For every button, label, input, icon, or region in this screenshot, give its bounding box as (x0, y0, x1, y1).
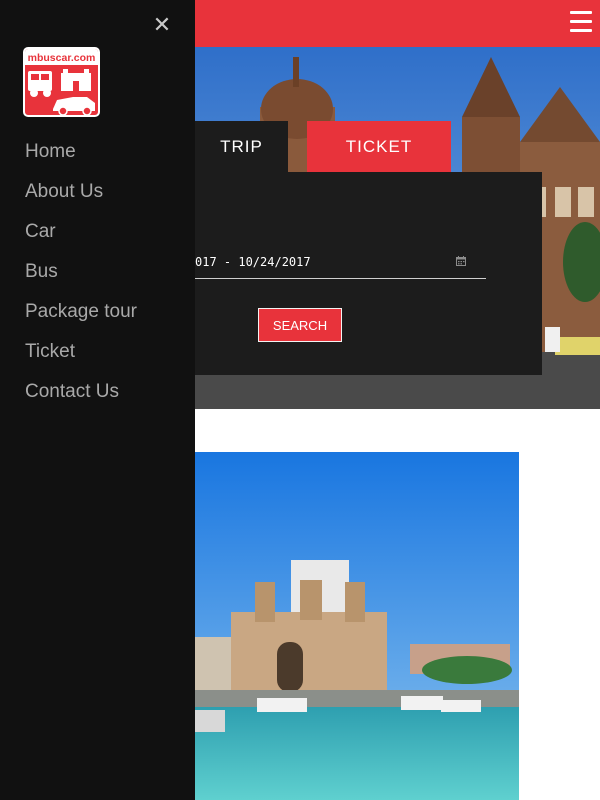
drawer-menu: Home About Us Car Bus Package tour Ticke… (25, 140, 137, 420)
booking-panel: 017 - 10/24/2017 SEARCH (195, 172, 542, 375)
menu-item-ticket[interactable]: Ticket (25, 340, 137, 380)
close-icon[interactable]: ✕ (152, 14, 172, 36)
date-range-input[interactable]: 017 - 10/24/2017 (195, 248, 486, 279)
gateway-photo (195, 452, 519, 800)
search-button[interactable]: SEARCH (258, 308, 342, 342)
booking-tabs: TRIP TICKET (195, 121, 451, 172)
date-range-value: 017 - 10/24/2017 (195, 255, 311, 269)
menu-item-bus[interactable]: Bus (25, 260, 137, 300)
site-logo[interactable]: mbuscar.com (23, 47, 100, 117)
menu-item-package-tour[interactable]: Package tour (25, 300, 137, 340)
hamburger-menu-icon[interactable] (570, 11, 592, 35)
menu-item-about-us[interactable]: About Us (25, 180, 137, 220)
tab-ticket[interactable]: TICKET (307, 121, 451, 172)
menu-item-contact-us[interactable]: Contact Us (25, 380, 137, 420)
calendar-icon[interactable] (456, 256, 466, 266)
side-drawer: ✕ mbuscar.com Home About Us Car Bus Pack… (0, 0, 195, 800)
menu-item-car[interactable]: Car (25, 220, 137, 260)
menu-item-home[interactable]: Home (25, 140, 137, 180)
svg-text:mbuscar.com: mbuscar.com (28, 52, 96, 64)
tab-trip[interactable]: TRIP (195, 121, 288, 172)
